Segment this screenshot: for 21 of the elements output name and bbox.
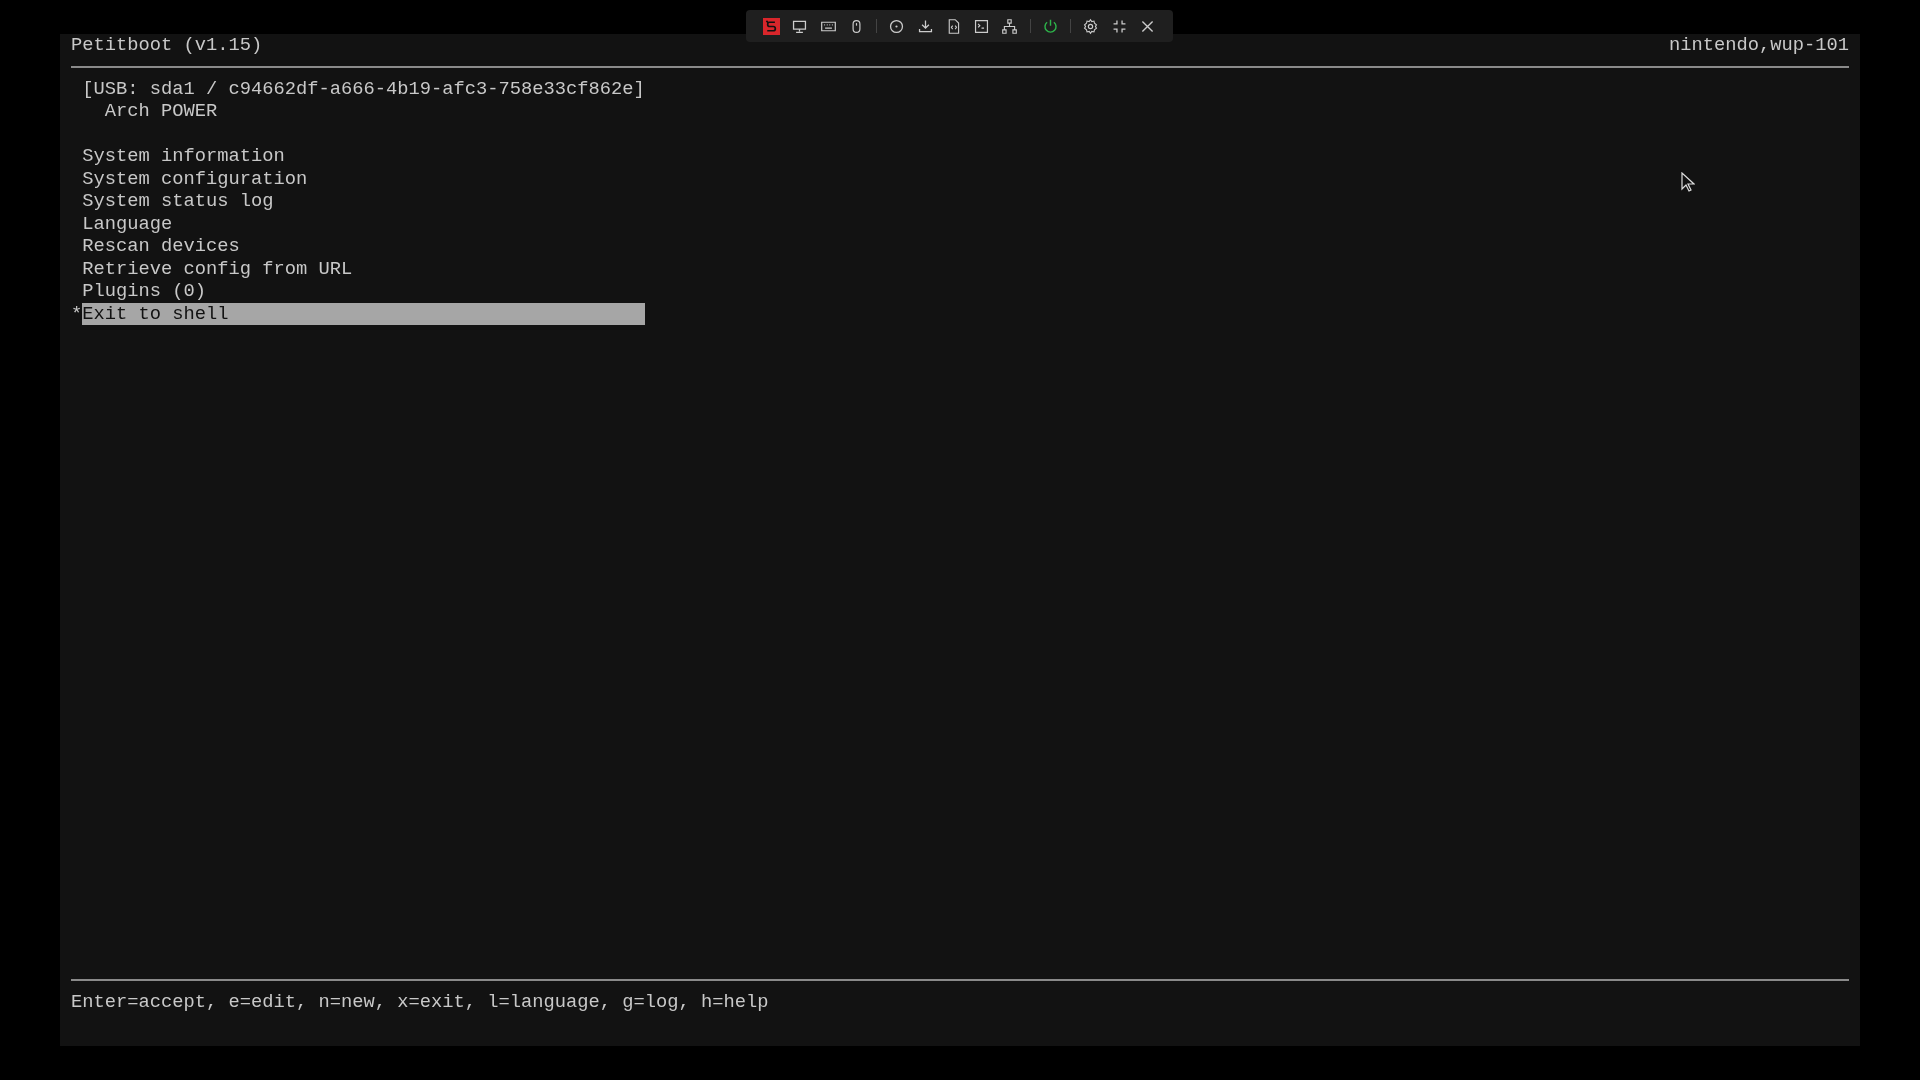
menu-item[interactable]: System configuration [82, 167, 308, 190]
machine-name: nintendo,wup-101 [1668, 34, 1849, 57]
network-icon[interactable] [1001, 17, 1019, 35]
selection-marker: * [71, 302, 83, 325]
boot-device-label: [USB: sda1 / c94662df-a666-4b19-afc3-758e33cf862e] [82, 77, 645, 100]
app-logo-icon[interactable] [763, 17, 781, 35]
boot-option[interactable]: Arch POWER [82, 100, 218, 123]
menu-item[interactable]: Plugins (0) [82, 280, 207, 303]
menu-item[interactable]: Retrieve config from URL [82, 257, 353, 280]
app-title: Petitboot (v1.15) [71, 34, 263, 57]
menu-item[interactable]: Exit to shell [82, 302, 646, 325]
settings-icon[interactable] [1082, 17, 1100, 35]
disc-icon[interactable] [888, 17, 906, 35]
power-icon[interactable] [1041, 17, 1059, 35]
menu-item[interactable]: Rescan devices [82, 235, 240, 258]
menu-item[interactable]: Language [82, 212, 173, 235]
terminal-icon[interactable] [973, 17, 991, 35]
mouse-pointer-icon [1681, 172, 1695, 192]
menu-item[interactable]: System status log [82, 190, 274, 213]
key-help-text: Enter=accept, e=edit, n=new, x=exit, l=language, g=log, h=help [71, 990, 769, 1013]
menu-item[interactable]: System information [82, 145, 285, 168]
